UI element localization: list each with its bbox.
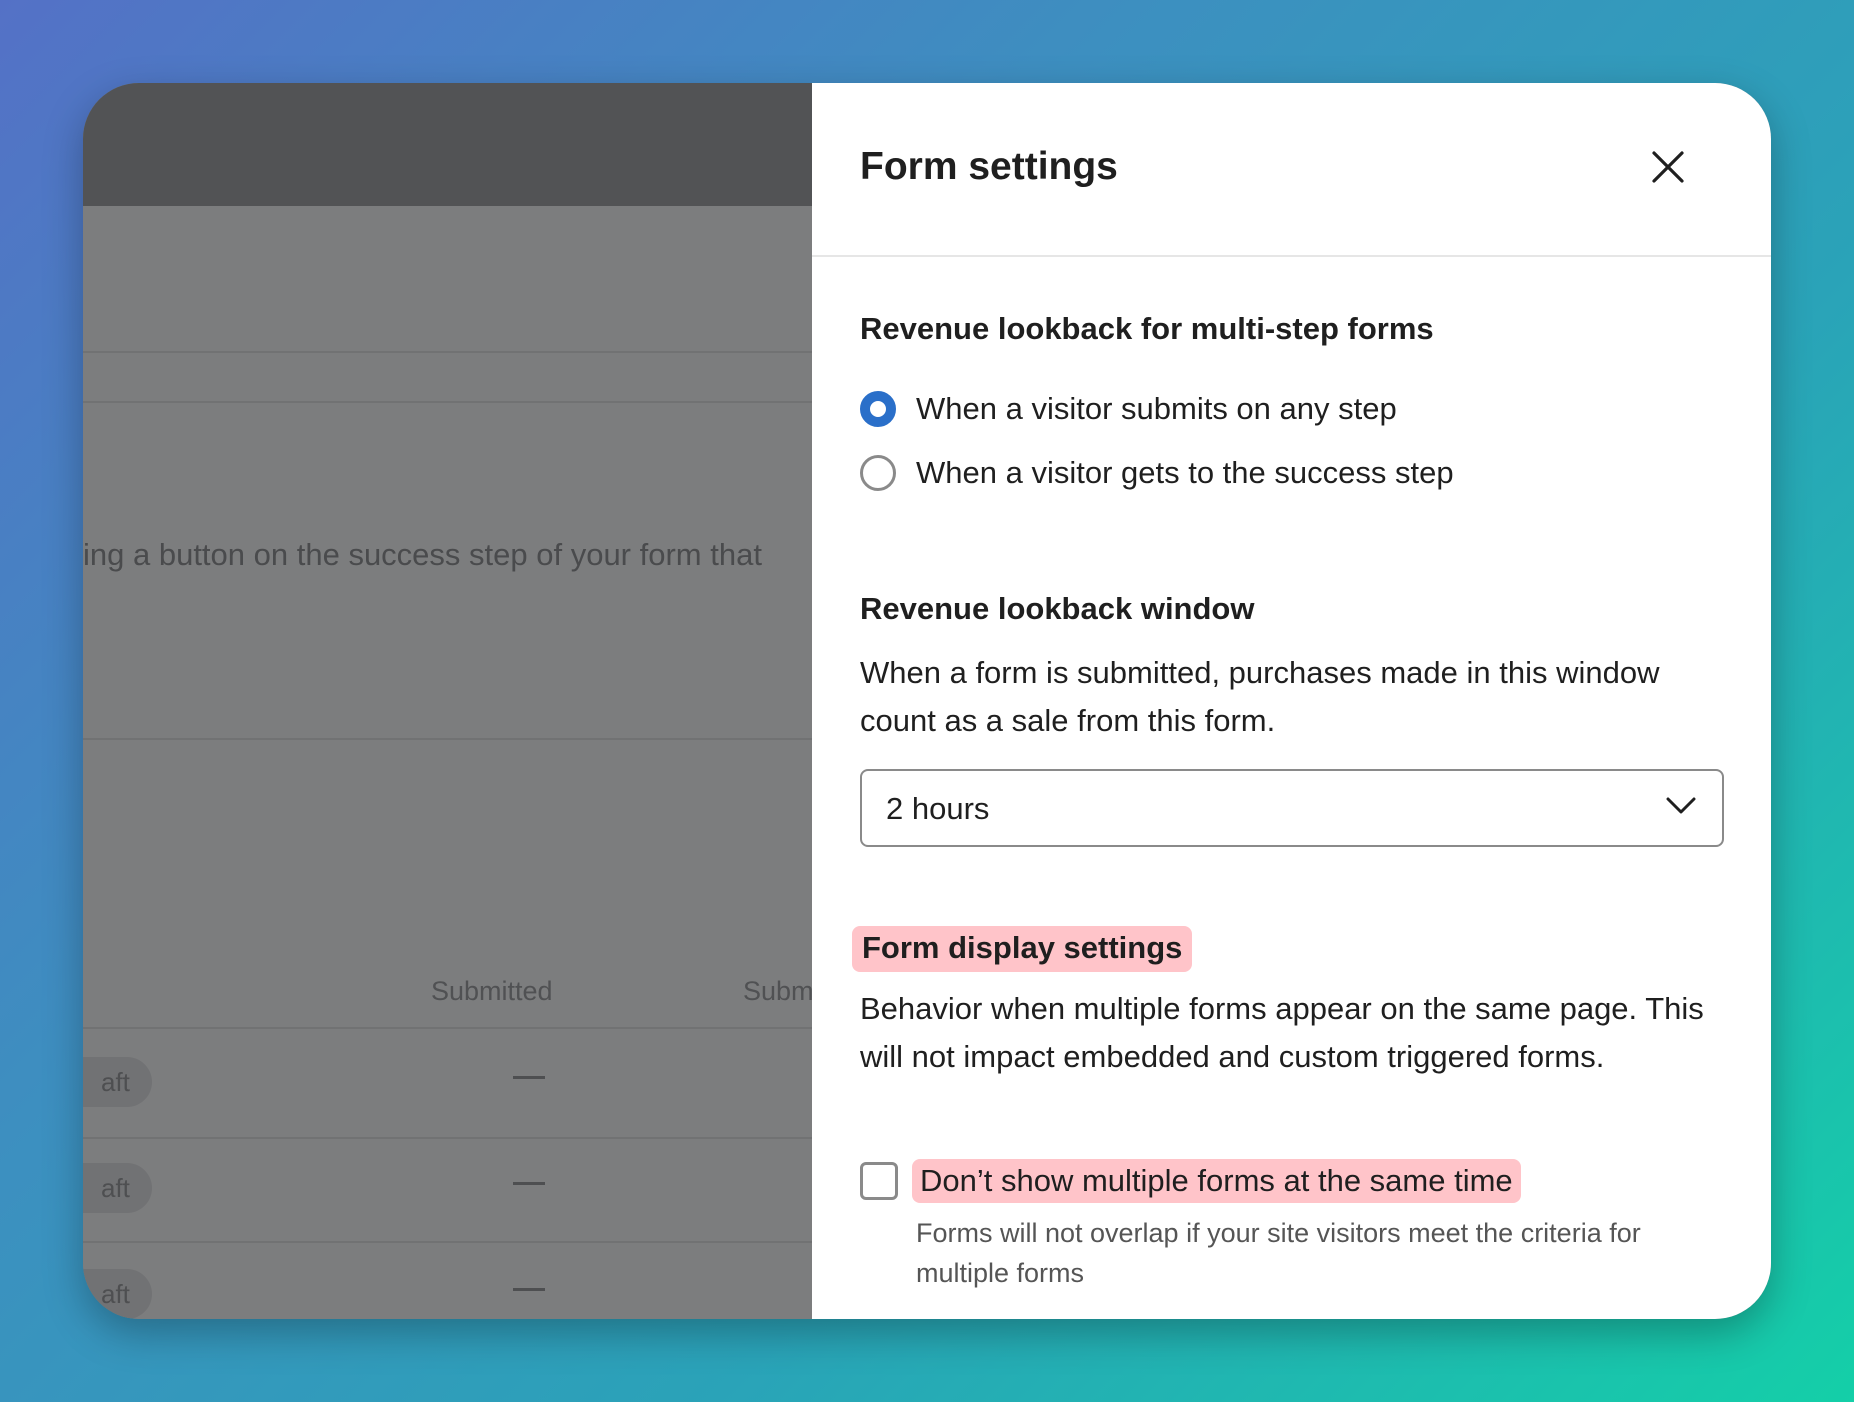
close-icon [1652, 151, 1684, 183]
lookback-window-description: When a form is submitted, purchases made… [860, 655, 1660, 738]
status-badge: aft [83, 1057, 152, 1107]
radio-button[interactable] [860, 455, 896, 491]
divider [83, 1027, 812, 1029]
radio-label: When a visitor gets to the success step [916, 455, 1454, 490]
background-description-text: ing a button on the success step of your… [83, 537, 762, 572]
divider [83, 1241, 812, 1243]
checkbox-label: Don’t show multiple forms at the same ti… [912, 1159, 1521, 1203]
radio-option-success-step[interactable]: When a visitor gets to the success step [860, 451, 1454, 495]
lookback-window-select[interactable]: 2 hours [860, 769, 1724, 847]
radio-option-any-step[interactable]: When a visitor submits on any step [860, 387, 1397, 431]
divider [83, 1137, 812, 1139]
multi-step-section-title: Revenue lookback for multi-step forms [860, 311, 1434, 346]
single-form-checkbox-row[interactable]: Don’t show multiple forms at the same ti… [860, 1159, 1521, 1203]
panel-header: Form settings [812, 83, 1771, 257]
close-button[interactable] [1646, 145, 1690, 189]
divider [83, 738, 812, 740]
panel-title: Form settings [860, 145, 1118, 188]
divider [83, 401, 812, 403]
status-badge: aft [83, 1163, 152, 1213]
select-value: 2 hours [886, 791, 990, 826]
radio-button-selected[interactable] [860, 391, 896, 427]
radio-label: When a visitor submits on any step [916, 391, 1397, 426]
form-settings-panel: Form settings Revenue lookback for multi… [812, 83, 1771, 1319]
background-page-overlay: ing a button on the success step of your… [83, 83, 812, 1319]
empty-value-dash [513, 1182, 545, 1185]
checkbox-helper-text: Forms will not overlap if your site visi… [916, 1218, 1641, 1288]
lookback-window-title: Revenue lookback window [860, 591, 1255, 626]
display-settings-description: Behavior when multiple forms appear on t… [860, 991, 1704, 1074]
checkbox[interactable] [860, 1162, 898, 1200]
app-window: ing a button on the success step of your… [83, 83, 1771, 1319]
background-header [83, 83, 812, 206]
empty-value-dash [513, 1076, 545, 1079]
status-badge: aft [83, 1269, 152, 1319]
column-header-submitted: Submitted [431, 976, 553, 1006]
column-header-submissions: Subm [743, 976, 812, 1006]
empty-value-dash [513, 1288, 545, 1291]
display-settings-title: Form display settings [852, 926, 1193, 972]
chevron-down-icon [1666, 797, 1696, 814]
divider [83, 351, 812, 353]
